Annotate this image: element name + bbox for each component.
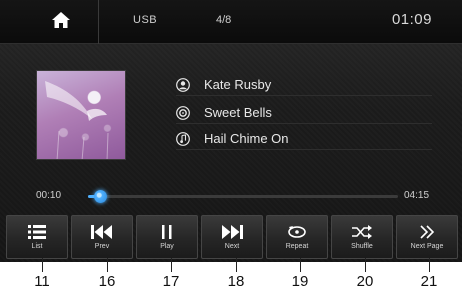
- title-row: Hail Chime On: [176, 128, 432, 150]
- album-row: Sweet Bells: [176, 102, 432, 124]
- album-art: [36, 70, 126, 160]
- play-button[interactable]: Play: [136, 215, 198, 259]
- callout-line: [365, 258, 366, 272]
- total-time: 04:15: [404, 190, 430, 201]
- callout-line: [236, 258, 237, 272]
- callout-number: 11: [34, 273, 50, 290]
- callout-line: [42, 258, 43, 272]
- double-chevron-right-icon: [419, 224, 435, 240]
- repeat-icon: [287, 224, 307, 240]
- callout-line: [107, 258, 108, 272]
- next-page-button[interactable]: Next Page: [396, 215, 458, 259]
- callout-annotations: 11 16 17 18 19 20 21: [0, 258, 462, 295]
- previous-icon: [91, 224, 113, 240]
- track-count: 4/8: [216, 14, 232, 26]
- home-button[interactable]: [18, 6, 98, 38]
- artist-icon: [176, 77, 190, 92]
- callout-line: [300, 258, 301, 272]
- callout-number: 21: [420, 273, 438, 290]
- next-page-label: Next Page: [410, 243, 444, 250]
- callout-number: 16: [98, 273, 116, 290]
- callout-number: 20: [356, 273, 374, 290]
- callout-number: 18: [227, 273, 245, 290]
- artist-row: Kate Rusby: [176, 74, 432, 96]
- progress-handle[interactable]: [94, 190, 108, 203]
- artist-name: Kate Rusby: [204, 77, 272, 92]
- album-name: Sweet Bells: [204, 105, 272, 120]
- disc-icon: [176, 105, 190, 120]
- prev-button[interactable]: Prev: [71, 215, 133, 259]
- next-label: Next: [224, 243, 240, 250]
- home-icon: [52, 11, 70, 33]
- callout-number: 17: [162, 273, 180, 290]
- list-button[interactable]: List: [6, 215, 68, 259]
- top-bar-divider: [98, 0, 99, 44]
- callout-line: [429, 258, 430, 272]
- progress-bar[interactable]: [88, 190, 398, 203]
- clock: 01:09: [391, 11, 432, 28]
- next-icon: [221, 224, 243, 240]
- shuffle-label: Shuffle: [351, 243, 373, 250]
- next-button[interactable]: Next: [201, 215, 263, 259]
- callout-line: [171, 258, 172, 272]
- pause-icon: [162, 224, 172, 240]
- elapsed-time: 00:10: [36, 190, 62, 201]
- shuffle-button[interactable]: Shuffle: [331, 215, 393, 259]
- list-label: List: [31, 243, 43, 250]
- play-label: Play: [160, 243, 174, 250]
- list-icon: [28, 224, 46, 240]
- repeat-label: Repeat: [285, 243, 309, 250]
- control-bar: List Prev Play Next Repeat Shuffle Next …: [6, 215, 458, 259]
- music-note-icon: [176, 131, 190, 146]
- shuffle-icon: [352, 224, 372, 240]
- prev-label: Prev: [94, 243, 110, 250]
- top-bar: USB 4/8 01:09: [0, 0, 462, 44]
- source-label: USB: [133, 14, 158, 26]
- repeat-button[interactable]: Repeat: [266, 215, 328, 259]
- callout-number: 19: [291, 273, 309, 290]
- media-player-screen: USB 4/8 01:09 Kate Rusby Sweet Bells Hai…: [0, 0, 462, 262]
- song-title: Hail Chime On: [204, 131, 289, 146]
